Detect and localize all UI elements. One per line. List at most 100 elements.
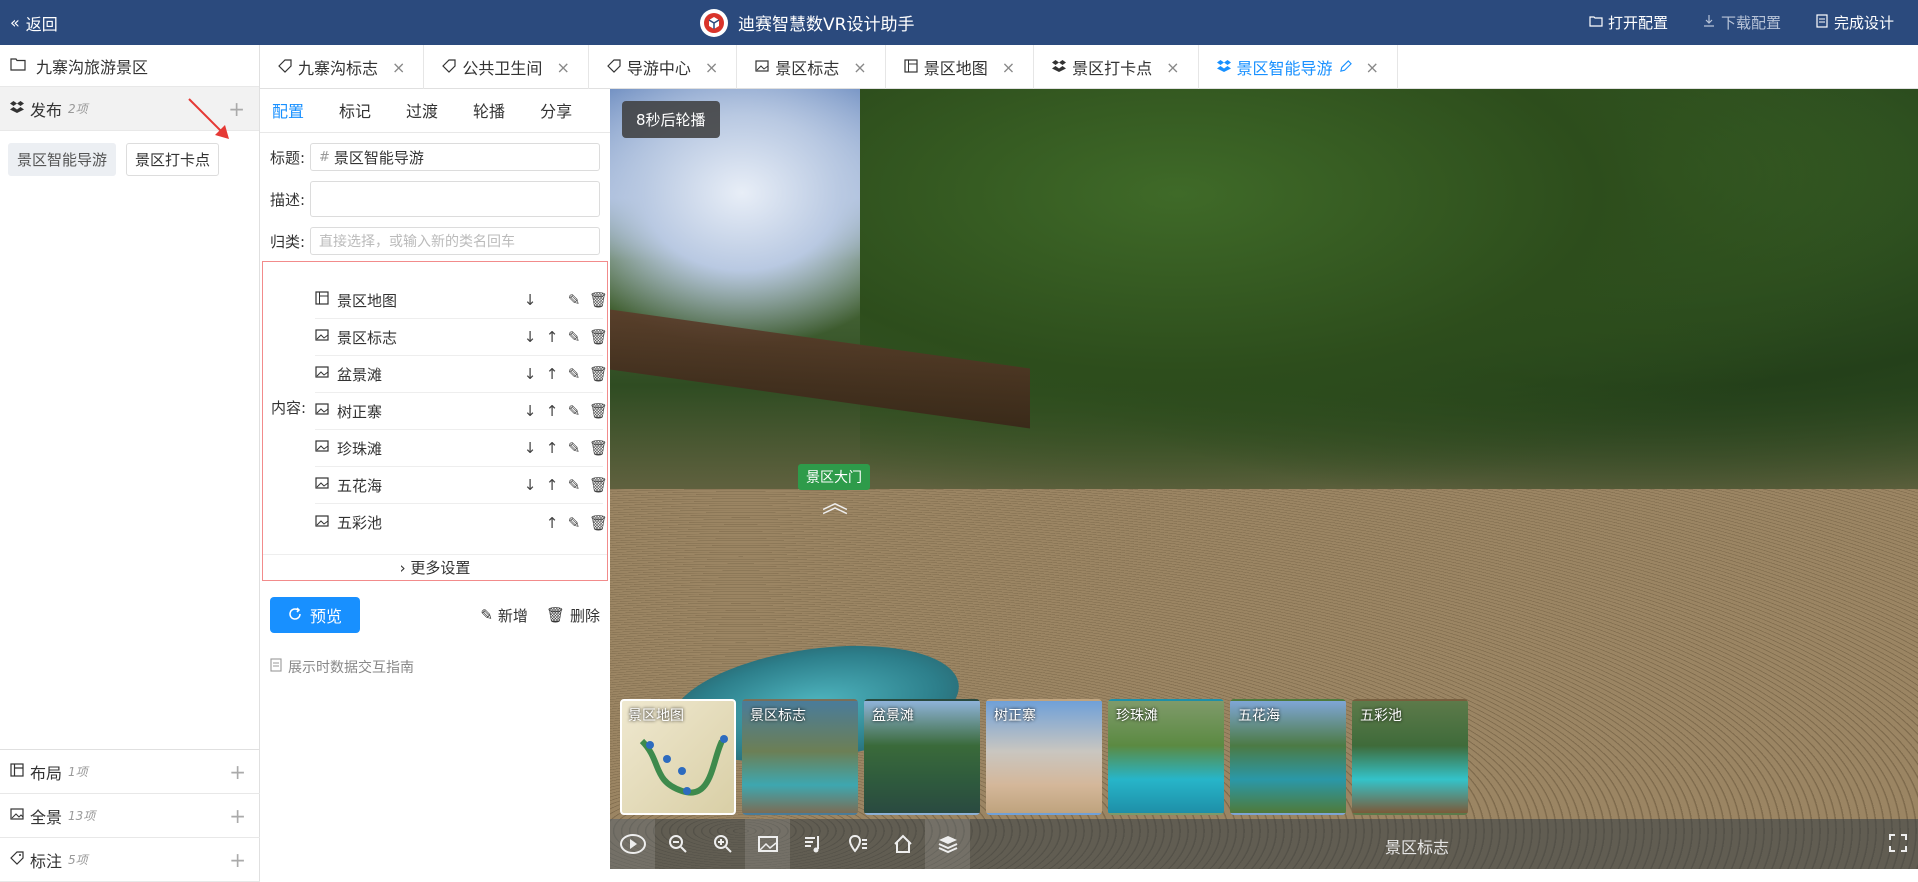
subtab-marker[interactable]: 标记 — [339, 98, 371, 124]
zoom-out-icon[interactable] — [655, 819, 700, 869]
publish-item-smart-guide[interactable]: 景区智能导游 — [8, 143, 117, 176]
add-panorama-icon[interactable]: + — [229, 804, 246, 828]
desc-input[interactable] — [310, 181, 600, 217]
trash-icon[interactable]: 🗑 — [589, 365, 608, 383]
desc-label: 描述: — [270, 190, 306, 209]
edit-icon[interactable]: ✎ — [567, 402, 581, 420]
editor-tabs: 九寨沟标志 × 公共卫生间 × 导游中心 × 景区标志 × 景区地图 × 景区打… — [260, 45, 1918, 89]
sidebar-section-publish[interactable]: 发布 2项 + — [0, 87, 259, 131]
subtab-config[interactable]: 配置 — [272, 98, 304, 124]
hotspot-arrow-icon[interactable]: ︽ — [822, 491, 848, 517]
gallery-icon[interactable] — [745, 819, 790, 869]
arrow-down-icon[interactable]: ↓ — [523, 439, 537, 457]
list-item[interactable]: 五花海 ↓ ↑ ✎ 🗑 — [315, 467, 608, 504]
arrow-up-icon[interactable]: ↑ — [545, 328, 559, 346]
thumbnail-scenic-map[interactable]: 景区地图 — [620, 699, 736, 815]
location-list-icon[interactable] — [835, 819, 880, 869]
tab-jiuzhai-sign[interactable]: 九寨沟标志 × — [260, 45, 425, 89]
download-config-button[interactable]: 下载配置 — [1702, 12, 1781, 33]
open-config-button[interactable]: 打开配置 — [1589, 12, 1668, 33]
arrow-down-icon[interactable]: ↓ — [523, 402, 537, 420]
music-icon[interactable] — [790, 819, 835, 869]
sidebar-section-layout[interactable]: 布局 1项 + — [0, 750, 260, 794]
refresh-icon — [288, 606, 302, 625]
arrow-up-icon[interactable]: ↑ — [545, 476, 559, 494]
category-input[interactable]: 直接选择，或输入新的类名回车 — [310, 227, 600, 255]
edit-icon[interactable]: ✎ — [567, 514, 581, 532]
preview-button[interactable]: 预览 — [270, 597, 361, 633]
arrow-up-icon[interactable]: ↑ — [545, 402, 559, 420]
add-button[interactable]: ✎ 新增 — [480, 605, 528, 626]
edit-icon[interactable]: ✎ — [567, 439, 581, 457]
edit-icon[interactable] — [1339, 58, 1352, 77]
list-item[interactable]: 五彩池 ↑ ✎ 🗑 — [315, 504, 608, 541]
trash-icon[interactable]: 🗑 — [589, 514, 608, 532]
tab-checkin-point[interactable]: 景区打卡点 × — [1034, 45, 1199, 89]
close-icon[interactable]: × — [853, 58, 866, 77]
finish-design-button[interactable]: 完成设计 — [1815, 12, 1894, 33]
list-item[interactable]: 珍珠滩 ↓ ↑ ✎ 🗑 — [315, 430, 608, 467]
list-item[interactable]: 景区标志 ↓ ↑ ✎ 🗑 — [315, 319, 608, 356]
interaction-guide-link[interactable]: 展示时数据交互指南 — [270, 657, 414, 677]
sidebar-section-panorama[interactable]: 全景 13项 + — [0, 794, 260, 838]
add-publish-icon[interactable]: + — [228, 97, 245, 121]
arrow-down-icon[interactable]: ↓ — [523, 365, 537, 383]
close-icon[interactable]: × — [1002, 58, 1015, 77]
add-layout-icon[interactable]: + — [229, 760, 246, 784]
list-item[interactable]: 盆景滩 ↓ ↑ ✎ 🗑 — [315, 356, 608, 393]
app-title: 迪赛智慧数VR设计助手 — [738, 15, 915, 35]
close-icon[interactable]: × — [1366, 58, 1379, 77]
edit-icon[interactable]: ✎ — [567, 328, 581, 346]
tab-scenic-map[interactable]: 景区地图 × — [886, 45, 1035, 89]
delete-button[interactable]: 🗑 删除 — [546, 605, 600, 626]
tab-public-toilet[interactable]: 公共卫生间 × — [424, 45, 589, 89]
trash-icon[interactable]: 🗑 — [589, 439, 608, 457]
arrow-down-icon[interactable]: ↓ — [523, 476, 537, 494]
sidebar-section-annotation[interactable]: 标注 5项 + — [0, 838, 260, 882]
autoplay-icon[interactable] — [610, 819, 655, 869]
trash-icon[interactable]: 🗑 — [589, 291, 608, 309]
subtab-share[interactable]: 分享 — [540, 98, 572, 124]
tag-icon — [606, 58, 621, 77]
thumbnail-five-flower-lake[interactable]: 五花海 — [1230, 699, 1346, 815]
zoom-in-icon[interactable] — [700, 819, 745, 869]
edit-icon[interactable]: ✎ — [567, 291, 581, 309]
arrow-up-icon[interactable]: ↑ — [545, 439, 559, 457]
arrow-up-icon[interactable]: ↑ — [545, 365, 559, 383]
thumbnail-pearl-beach[interactable]: 珍珠滩 — [1108, 699, 1224, 815]
subtab-carousel[interactable]: 轮播 — [473, 98, 505, 124]
add-annotation-icon[interactable]: + — [229, 848, 246, 872]
arrow-down-icon[interactable]: ↓ — [523, 291, 537, 309]
thumbnail-shuzheng-village[interactable]: 树正寨 — [986, 699, 1102, 815]
list-item[interactable]: 景区地图 ↓ ✎ 🗑 — [315, 282, 608, 319]
home-icon[interactable] — [880, 819, 925, 869]
tab-smart-guide[interactable]: 景区智能导游 × — [1199, 45, 1398, 89]
layers-icon[interactable] — [925, 819, 970, 869]
vr-viewer[interactable]: 8秒后轮播 景区大门 ︽ 景区地图 景区标志 盆景滩 树正寨 珍珠滩 五花海 五… — [610, 89, 1918, 869]
title-input[interactable]: # 景区智能导游 — [310, 143, 600, 171]
tab-guide-center[interactable]: 导游中心 × — [589, 45, 738, 89]
trash-icon[interactable]: 🗑 — [589, 476, 608, 494]
tab-scenic-sign[interactable]: 景区标志 × — [737, 45, 886, 89]
arrow-down-icon[interactable]: ↓ — [523, 328, 537, 346]
thumbnail-scenic-sign[interactable]: 景区标志 — [742, 699, 858, 815]
close-icon[interactable]: × — [705, 58, 718, 77]
arrow-up-icon[interactable]: ↑ — [545, 514, 559, 532]
thumbnail-penjing-beach[interactable]: 盆景滩 — [864, 699, 980, 815]
back-button[interactable]: « 返回 — [10, 0, 58, 45]
list-item[interactable]: 树正寨 ↓ ↑ ✎ 🗑 — [315, 393, 608, 430]
trash-icon[interactable]: 🗑 — [589, 402, 608, 420]
fullscreen-icon[interactable] — [1888, 833, 1908, 857]
project-header[interactable]: 九寨沟旅游景区 — [0, 45, 259, 87]
edit-icon[interactable]: ✎ — [567, 476, 581, 494]
thumbnail-five-color-pool[interactable]: 五彩池 — [1352, 699, 1468, 815]
publish-item-checkin[interactable]: 景区打卡点 — [126, 143, 220, 176]
hotspot-label[interactable]: 景区大门 — [798, 464, 870, 490]
close-icon[interactable]: × — [392, 58, 405, 77]
trash-icon[interactable]: 🗑 — [589, 328, 608, 346]
close-icon[interactable]: × — [1166, 58, 1179, 77]
subtab-transition[interactable]: 过渡 — [406, 98, 438, 124]
more-settings-toggle[interactable]: › 更多设置 — [263, 554, 607, 580]
close-icon[interactable]: × — [556, 58, 569, 77]
edit-icon[interactable]: ✎ — [567, 365, 581, 383]
